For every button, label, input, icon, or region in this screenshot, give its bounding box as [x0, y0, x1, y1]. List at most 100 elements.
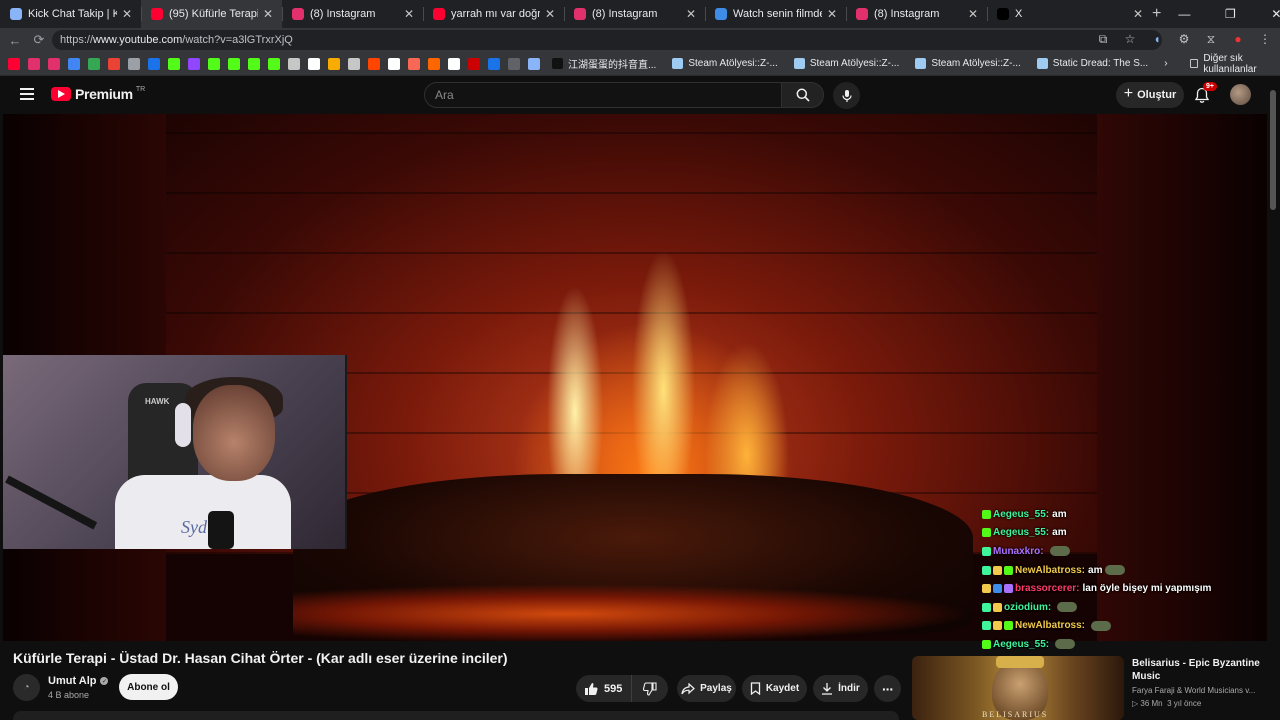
browser-tab[interactable]: (8) Instagram ✕: [846, 0, 987, 28]
bookmark-favicon-icon[interactable]: [8, 57, 20, 70]
account-avatar[interactable]: [1230, 84, 1251, 105]
url-field[interactable]: https://www.youtube.com/watch?v=a3lGTrxr…: [52, 30, 1162, 50]
bookmark-favicon-icon[interactable]: [348, 57, 360, 70]
browser-tab[interactable]: (95) Küfürle Terapi - Üstad Dr. ✕: [141, 0, 282, 28]
save-button[interactable]: Kaydet: [742, 675, 807, 702]
tab-close-icon[interactable]: ✕: [1132, 7, 1144, 21]
maximize-button[interactable]: ❐: [1207, 0, 1253, 28]
bookmark-favicon-icon[interactable]: [28, 57, 40, 70]
scrollbar-thumb[interactable]: [1270, 90, 1276, 210]
tab-title: (8) Instagram: [874, 8, 940, 20]
menu-dots-icon[interactable]: ⋮: [1258, 32, 1272, 46]
browser-tab[interactable]: X ✕: [987, 0, 1152, 28]
bookmark-favicon-icon[interactable]: [48, 57, 60, 70]
bookmark-item[interactable]: Static Dread: The S...: [1036, 58, 1148, 69]
chat-emote-icon: [1105, 565, 1126, 576]
streamer-webcam: HAWK Syd: [3, 355, 347, 549]
bookmark-favicon-icon[interactable]: [108, 57, 120, 70]
tab-close-icon[interactable]: ✕: [544, 7, 556, 21]
recommendation-title[interactable]: Belisarius - Epic Byzantine Music: [1132, 657, 1260, 683]
bookmark-favicon-icon[interactable]: [428, 57, 440, 70]
steam-icon: [1036, 58, 1048, 69]
bookmark-favicon-icon[interactable]: [268, 57, 280, 70]
youtube-premium-logo[interactable]: Premium TR: [51, 86, 145, 102]
puzzle-icon[interactable]: ⚙: [1177, 32, 1191, 46]
bookmark-favicon-icon[interactable]: [308, 57, 320, 70]
chat-emote-icon: [1055, 639, 1076, 650]
bookmark-favicon-icon[interactable]: [388, 57, 400, 70]
tab-close-icon[interactable]: ✕: [403, 7, 415, 21]
bookmark-favicon-icon[interactable]: [248, 57, 260, 70]
create-button[interactable]: + Oluştur: [1116, 82, 1184, 108]
page-scrollbar[interactable]: [1270, 76, 1276, 720]
download-button[interactable]: İndir: [813, 675, 868, 702]
url-text: https://www.youtube.com/watch?v=a3lGTrxr…: [60, 34, 293, 46]
channel-avatar[interactable]: ◔: [13, 674, 40, 701]
bookmark-favicon-icon[interactable]: [68, 57, 80, 70]
tab-close-icon[interactable]: ✕: [121, 7, 133, 21]
bookmark-favicon-icon[interactable]: [528, 57, 540, 70]
chair-logo: HAWK: [145, 397, 170, 406]
chat-message: NewAlbatross: am: [982, 561, 1252, 580]
notifications-button[interactable]: 9+: [1194, 82, 1217, 106]
bookmark-favicon-icon[interactable]: [328, 57, 340, 70]
app-install-icon[interactable]: ⧉: [1096, 32, 1110, 46]
minimize-button[interactable]: —: [1161, 0, 1207, 28]
browser-tab[interactable]: (8) Instagram ✕: [564, 0, 705, 28]
tab-search-icon[interactable]: ⧖: [1204, 32, 1218, 46]
bookmark-favicon-icon[interactable]: [148, 57, 160, 70]
more-actions-button[interactable]: ···: [874, 675, 901, 702]
search-input[interactable]: [424, 82, 782, 108]
tab-close-icon[interactable]: ✕: [685, 7, 697, 21]
browser-tab[interactable]: Watch senin filmdeki kirpi sah ✕: [705, 0, 846, 28]
bookmark-favicon-icon[interactable]: [168, 57, 180, 70]
chat-badge-icon: [982, 546, 991, 556]
browser-tab[interactable]: yarrah mı var doğru gonuşuy ✕: [423, 0, 564, 28]
play-count-icon: ▷: [1132, 699, 1139, 708]
bookmark-item[interactable]: Steam Atölyesi::Z-...: [672, 58, 778, 69]
bookmark-favicon-icon[interactable]: [188, 57, 200, 70]
bookmark-favicon-icon[interactable]: [508, 57, 520, 70]
bookmark-item[interactable]: 江湖蛋蛋的抖音直...: [552, 56, 656, 71]
dislike-button[interactable]: [632, 675, 668, 702]
bookmark-favicon-icon[interactable]: [468, 57, 480, 70]
bookmark-favicon-icon[interactable]: [368, 57, 380, 70]
browser-tab[interactable]: (8) Instagram ✕: [282, 0, 423, 28]
bookmark-item[interactable]: Steam Atölyesi::Z-...: [915, 58, 1021, 69]
extension-icon[interactable]: ◖: [1150, 32, 1164, 46]
new-tab-button[interactable]: +: [1152, 0, 1161, 28]
subscribe-button[interactable]: Abone ol: [119, 674, 178, 700]
bookmark-favicon-icon[interactable]: [228, 57, 240, 70]
browser-tab[interactable]: Kick Chat Takip | KokoWich ✕: [0, 0, 141, 28]
tab-close-icon[interactable]: ✕: [826, 7, 838, 21]
chat-badge-icon: [982, 621, 991, 631]
search-button[interactable]: [781, 82, 824, 108]
reload-button[interactable]: ⟳: [24, 32, 54, 48]
bookmark-favicon-icon[interactable]: [88, 57, 100, 70]
window-close-button[interactable]: ✕: [1253, 0, 1280, 28]
menu-icon[interactable]: [20, 88, 34, 100]
recommendation-thumbnail[interactable]: BELISARIUS: [912, 656, 1124, 720]
voice-search-button[interactable]: [833, 82, 860, 109]
channel-name[interactable]: Umut Alp ✓: [48, 675, 109, 687]
bookmark-favicon-icon[interactable]: [288, 57, 300, 70]
bookmark-item[interactable]: Steam Atölyesi::Z-...: [793, 58, 899, 69]
verified-icon: ✓: [100, 677, 109, 685]
bookmark-favicon-icon[interactable]: [128, 57, 140, 70]
bookmark-favicon-icon[interactable]: [408, 57, 420, 70]
bookmark-favicon-icon[interactable]: [488, 57, 500, 70]
bookmark-favicon-icon[interactable]: [448, 57, 460, 70]
bookmarks-overflow-icon[interactable]: ›: [1164, 58, 1167, 69]
recommendation-channel[interactable]: Farya Faraji & World Musicians v...: [1132, 686, 1262, 695]
share-button[interactable]: Paylaş: [677, 675, 736, 702]
bookmark-favicon-icon[interactable]: [208, 57, 220, 70]
other-bookmarks[interactable]: Diğer sık kullanılanlar: [1189, 53, 1268, 75]
tab-close-icon[interactable]: ✕: [967, 7, 979, 21]
tab-close-icon[interactable]: ✕: [262, 7, 274, 21]
like-button[interactable]: 595: [576, 675, 632, 702]
tab-title: (95) Küfürle Terapi - Üstad Dr.: [169, 8, 258, 20]
chat-badge-icon: [1004, 565, 1013, 575]
share-label: Paylaş: [700, 683, 732, 694]
bookmark-star-icon[interactable]: ☆: [1123, 32, 1137, 46]
profile-icon[interactable]: ●: [1231, 32, 1245, 46]
